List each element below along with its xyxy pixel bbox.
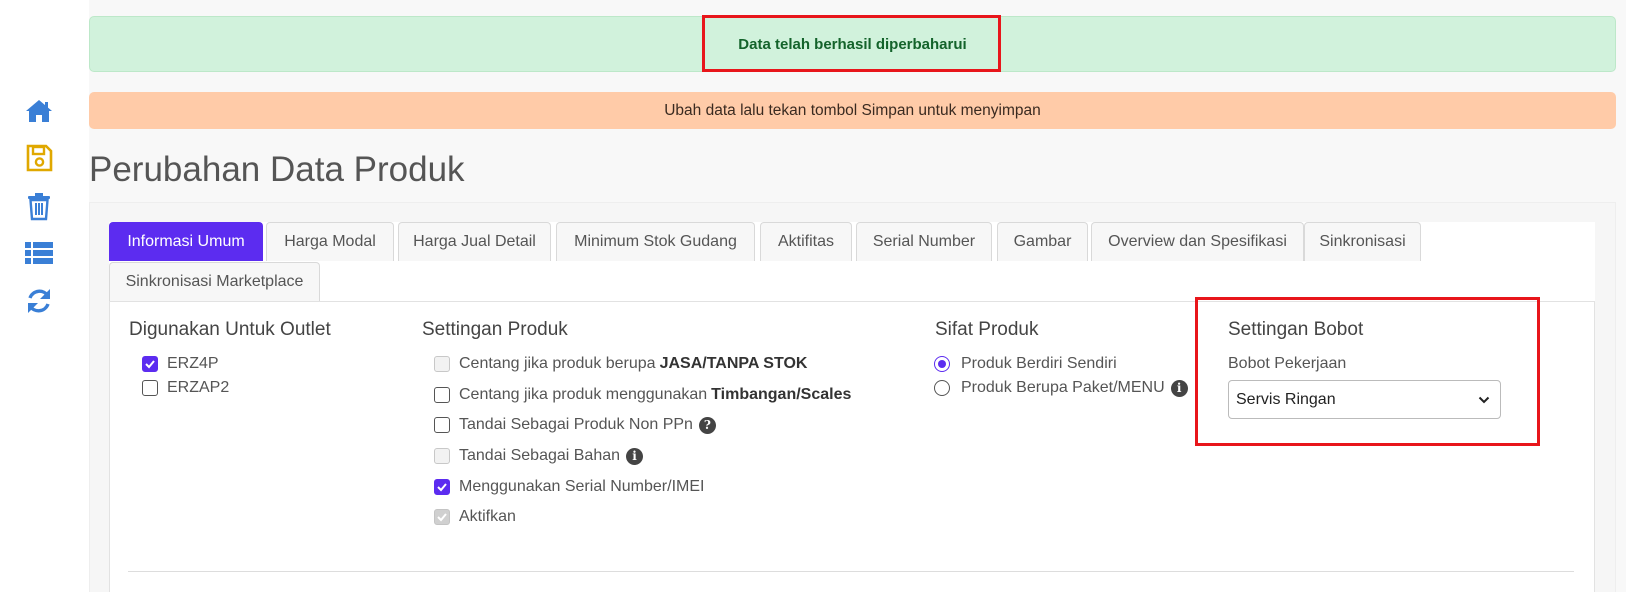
radio-unselected[interactable] — [934, 380, 950, 396]
produk-label: Aktifkan — [459, 508, 516, 525]
bobot-pekerjaan-select[interactable]: Servis Ringan — [1228, 380, 1501, 419]
produk-option-timbangan[interactable]: Centang jika produk menggunakan Timbangan… — [434, 384, 851, 406]
tab-harga-modal[interactable]: Harga Modal — [266, 222, 394, 261]
produk-option-jasa: Centang jika produk berupa JASA/TANPA STO… — [434, 353, 807, 375]
checkbox-unchecked[interactable] — [434, 417, 450, 433]
question-circle-icon[interactable]: ? — [698, 416, 716, 434]
sifat-label: Produk Berdiri Sendiri — [961, 355, 1117, 372]
info-circle-icon[interactable]: i — [626, 447, 644, 465]
home-icon[interactable] — [22, 94, 56, 128]
outlet-option-erzap2[interactable]: ERZAP2 — [142, 377, 229, 399]
produk-option-aktifkan: Aktifkan — [434, 506, 516, 528]
outlet-label: ERZAP2 — [167, 379, 230, 396]
checkbox-checked[interactable] — [142, 356, 158, 372]
checkbox-unchecked[interactable] — [434, 387, 450, 403]
tab-aktifitas[interactable]: Aktifitas — [760, 222, 852, 261]
checkbox-checked[interactable] — [434, 479, 450, 495]
produk-section-title: Settingan Produk — [422, 319, 568, 340]
checkbox-disabled — [434, 356, 450, 372]
checkbox-unchecked[interactable] — [142, 380, 158, 396]
sidebar — [0, 0, 78, 592]
success-alert: Data telah berhasil diperbaharui — [89, 16, 1616, 72]
page-title: Perubahan Data Produk — [89, 150, 465, 189]
trash-icon[interactable] — [22, 189, 56, 223]
produk-option-serial[interactable]: Menggunakan Serial Number/IMEI — [434, 476, 704, 498]
sifat-option-paket[interactable]: Produk Berupa Paket/MENU i — [934, 377, 1188, 399]
tab-informasi-umum[interactable]: Informasi Umum — [109, 222, 263, 261]
produk-label: Tandai Sebagai Produk Non PPn — [459, 416, 693, 433]
produk-label: Menggunakan Serial Number/IMEI — [459, 478, 705, 495]
tab-bar: Informasi Umum Harga Modal Harga Jual De… — [109, 222, 1595, 302]
produk-label-bold: JASA/TANPA STOK — [659, 355, 808, 372]
refresh-icon[interactable] — [22, 284, 56, 318]
outlet-section-title: Digunakan Untuk Outlet — [129, 319, 331, 340]
sifat-section-title: Sifat Produk — [935, 319, 1039, 340]
chevron-down-icon — [1478, 396, 1490, 404]
warning-message: Ubah data lalu tekan tombol Simpan untuk… — [664, 101, 1041, 119]
produk-label: Centang jika produk menggunakan — [459, 386, 708, 403]
produk-label: Tandai Sebagai Bahan — [459, 447, 621, 464]
tab-overview-spesifikasi[interactable]: Overview dan Spesifikasi — [1091, 222, 1304, 261]
checkbox-disabled — [434, 448, 450, 464]
section-divider — [128, 571, 1574, 572]
tab-gambar[interactable]: Gambar — [997, 222, 1088, 261]
produk-option-non-ppn[interactable]: Tandai Sebagai Produk Non PPn ? — [434, 414, 716, 436]
warning-alert: Ubah data lalu tekan tombol Simpan untuk… — [89, 92, 1616, 129]
sifat-label: Produk Berupa Paket/MENU — [961, 379, 1165, 396]
info-circle-icon[interactable]: i — [1170, 379, 1188, 397]
bobot-selected-value: Servis Ringan — [1236, 390, 1336, 408]
bobot-field-label: Bobot Pekerjaan — [1228, 355, 1347, 372]
tab-serial-number[interactable]: Serial Number — [856, 222, 992, 261]
produk-option-bahan: Tandai Sebagai Bahan i — [434, 445, 644, 467]
outlet-label: ERZ4P — [167, 355, 219, 372]
bobot-section-title: Settingan Bobot — [1228, 319, 1364, 340]
radio-selected[interactable] — [934, 356, 950, 372]
save-icon[interactable] — [22, 141, 56, 175]
tab-sinkronisasi[interactable]: Sinkronisasi — [1304, 222, 1421, 261]
produk-label: Centang jika produk berupa — [459, 355, 656, 372]
tab-minimum-stok-gudang[interactable]: Minimum Stok Gudang — [556, 222, 755, 261]
sifat-option-berdiri-sendiri[interactable]: Produk Berdiri Sendiri — [934, 353, 1117, 375]
produk-label-bold: Timbangan/Scales — [711, 386, 852, 403]
tab-sinkronisasi-marketplace[interactable]: Sinkronisasi Marketplace — [109, 262, 320, 301]
outlet-option-erz4p[interactable]: ERZ4P — [142, 353, 219, 375]
list-icon[interactable] — [22, 236, 56, 270]
success-message: Data telah berhasil diperbaharui — [738, 35, 967, 53]
tab-harga-jual-detail[interactable]: Harga Jual Detail — [398, 222, 551, 261]
checkbox-disabled-checked — [434, 509, 450, 525]
tab-panel-informasi-umum — [109, 301, 1595, 592]
